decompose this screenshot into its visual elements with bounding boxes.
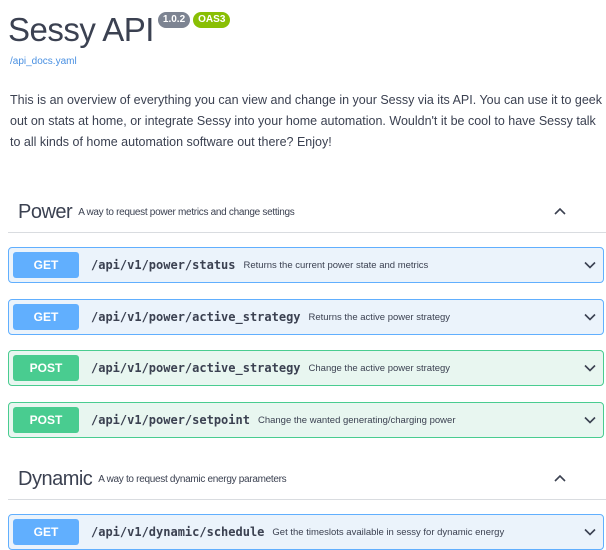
- method-badge: POST: [13, 355, 79, 381]
- method-badge: POST: [13, 407, 79, 433]
- tag-description: A way to request dynamic energy paramete…: [98, 473, 287, 485]
- opblock-post-active-strategy[interactable]: POST /api/v1/power/active_strategy Chang…: [8, 350, 604, 386]
- chevron-down-icon[interactable]: [583, 258, 597, 272]
- chevron-down-icon[interactable]: [583, 361, 597, 375]
- opblock-get-dynamic-schedule[interactable]: GET /api/v1/dynamic/schedule Get the tim…: [8, 514, 604, 550]
- tag-header-power[interactable]: Power A way to request power metrics and…: [8, 192, 606, 233]
- chevron-down-icon[interactable]: [583, 310, 597, 324]
- method-badge: GET: [13, 304, 79, 330]
- api-description: This is an overview of everything you ca…: [10, 93, 602, 149]
- api-title: Sessy API: [8, 11, 154, 48]
- opblock-get-power-status[interactable]: GET /api/v1/power/status Returns the cur…: [8, 247, 604, 283]
- tag-name: Dynamic: [18, 467, 93, 490]
- title-row: Sessy API 1.0.2 OAS3: [8, 10, 231, 50]
- spec-file-link[interactable]: /api_docs.yaml: [10, 56, 77, 67]
- operation-path: /api/v1/power/status: [91, 258, 236, 272]
- method-badge: GET: [13, 252, 79, 278]
- chevron-up-icon[interactable]: [552, 203, 568, 219]
- tag-description: A way to request power metrics and chang…: [78, 206, 295, 218]
- tag-name: Power: [18, 200, 73, 223]
- operation-summary: Change the wanted generating/charging po…: [257, 414, 456, 426]
- operation-path: /api/v1/power/setpoint: [91, 413, 250, 427]
- version-badge: 1.0.2: [157, 12, 191, 28]
- chevron-down-icon[interactable]: [583, 413, 597, 427]
- oas-badge: OAS3: [193, 12, 231, 28]
- opblock-post-setpoint[interactable]: POST /api/v1/power/setpoint Change the w…: [8, 402, 604, 438]
- tag-header-dynamic[interactable]: Dynamic A way to request dynamic energy …: [8, 459, 606, 500]
- operation-path: /api/v1/dynamic/schedule: [91, 525, 265, 539]
- opblock-get-active-strategy[interactable]: GET /api/v1/power/active_strategy Return…: [8, 299, 604, 335]
- method-badge: GET: [13, 519, 79, 545]
- operation-summary: Returns the active power strategy: [308, 311, 451, 323]
- operation-summary: Get the timeslots available in sessy for…: [272, 526, 505, 538]
- operation-path: /api/v1/power/active_strategy: [91, 361, 301, 375]
- chevron-up-icon[interactable]: [552, 470, 568, 486]
- operation-summary: Returns the current power state and metr…: [243, 259, 429, 271]
- operation-summary: Change the active power strategy: [308, 362, 451, 374]
- chevron-down-icon[interactable]: [583, 525, 597, 539]
- operation-path: /api/v1/power/active_strategy: [91, 310, 301, 324]
